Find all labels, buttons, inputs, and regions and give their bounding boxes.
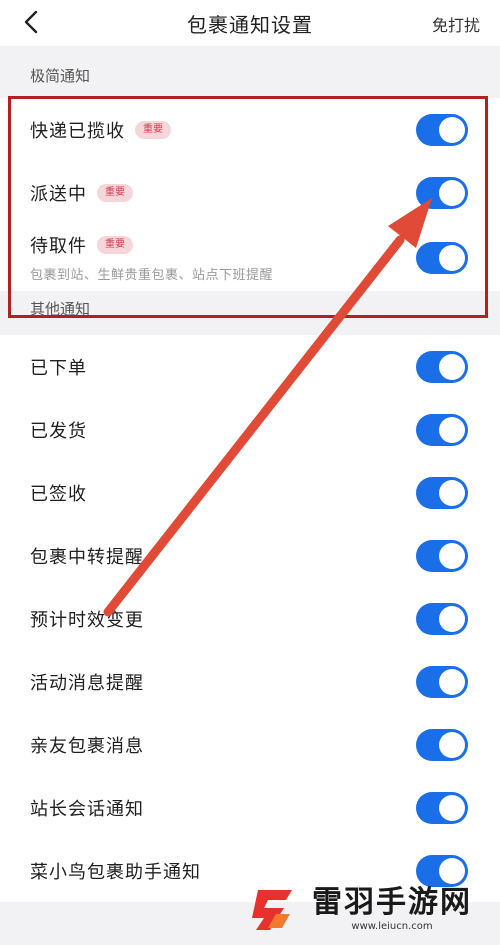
setting-row-delivering[interactable]: 派送中 重要 [0, 161, 500, 224]
watermark: 雷羽手游网 www.leiucn.com [244, 879, 494, 941]
toggle-knob [439, 668, 465, 695]
section-minimal-list: 快递已揽收 重要 派送中 重要 待取件 重要 包裹到站、生鲜贵重包裹、站点下班提… [0, 98, 500, 291]
setting-label: 包裹中转提醒 [30, 546, 144, 568]
setting-label: 已发货 [30, 420, 87, 442]
setting-description: 包裹到站、生鲜贵重包裹、站点下班提醒 [30, 268, 274, 283]
setting-row-activity[interactable]: 活动消息提醒 [0, 650, 500, 713]
chevron-left-icon [24, 10, 38, 34]
page-title: 包裹通知设置 [187, 12, 313, 37]
toggle-switch[interactable] [416, 113, 468, 146]
section-header-other: 其他通知 [0, 291, 500, 335]
important-badge: 重要 [135, 120, 171, 139]
setting-label: 活动消息提醒 [30, 672, 144, 694]
setting-label: 亲友包裹消息 [30, 735, 144, 757]
setting-label: 已下单 [30, 357, 87, 379]
toggle-knob [439, 116, 465, 143]
setting-row-friends[interactable]: 亲友包裹消息 [0, 713, 500, 776]
setting-label: 待取件 [30, 236, 87, 257]
setting-row-signed[interactable]: 已签收 [0, 461, 500, 524]
toggle-knob [439, 542, 465, 569]
toggle-knob [439, 794, 465, 821]
nav-bar: 包裹通知设置 免打扰 [0, 0, 500, 46]
toggle-knob [439, 244, 465, 271]
setting-row-eta-change[interactable]: 预计时效变更 [0, 587, 500, 650]
do-not-disturb-button[interactable]: 免打扰 [432, 12, 480, 36]
watermark-url: www.leiucn.com [351, 921, 433, 932]
toggle-knob [439, 416, 465, 443]
setting-label: 派送中 [30, 183, 87, 205]
toggle-switch[interactable] [416, 413, 468, 446]
setting-row-picked-up[interactable]: 快递已揽收 重要 [0, 98, 500, 161]
setting-row-ordered[interactable]: 已下单 [0, 335, 500, 398]
setting-row-shipped[interactable]: 已发货 [0, 398, 500, 461]
toggle-switch[interactable] [416, 791, 468, 824]
setting-label: 已签收 [30, 483, 87, 505]
setting-label: 菜小鸟包裹助手通知 [30, 861, 201, 883]
section-header-minimal: 极简通知 [0, 46, 500, 98]
setting-row-transit[interactable]: 包裹中转提醒 [0, 524, 500, 587]
toggle-switch[interactable] [416, 539, 468, 572]
toggle-knob [439, 353, 465, 380]
toggle-knob [439, 479, 465, 506]
setting-label: 站长会话通知 [30, 798, 144, 820]
section-other-list: 已下单 已发货 已签收 包裹中转提醒 预计时效变更 活动消息提醒 亲友包裹消息 … [0, 335, 500, 902]
setting-row-station-chat[interactable]: 站长会话通知 [0, 776, 500, 839]
toggle-switch[interactable] [416, 665, 468, 698]
toggle-knob [439, 731, 465, 758]
toggle-switch[interactable] [416, 476, 468, 509]
watermark-logo-icon [252, 890, 292, 930]
toggle-switch[interactable] [416, 728, 468, 761]
setting-row-awaiting-pickup[interactable]: 待取件 重要 包裹到站、生鲜贵重包裹、站点下班提醒 [0, 224, 500, 291]
important-badge: 重要 [97, 183, 133, 202]
watermark-name: 雷羽手游网 [312, 885, 472, 920]
back-button[interactable] [18, 8, 46, 36]
toggle-switch[interactable] [416, 350, 468, 383]
toggle-knob [439, 179, 465, 206]
toggle-switch[interactable] [416, 241, 468, 274]
toggle-knob [439, 605, 465, 632]
setting-label: 预计时效变更 [30, 609, 144, 631]
toggle-switch[interactable] [416, 602, 468, 635]
important-badge: 重要 [97, 236, 133, 254]
setting-label: 快递已揽收 [30, 120, 125, 142]
toggle-switch[interactable] [416, 176, 468, 209]
